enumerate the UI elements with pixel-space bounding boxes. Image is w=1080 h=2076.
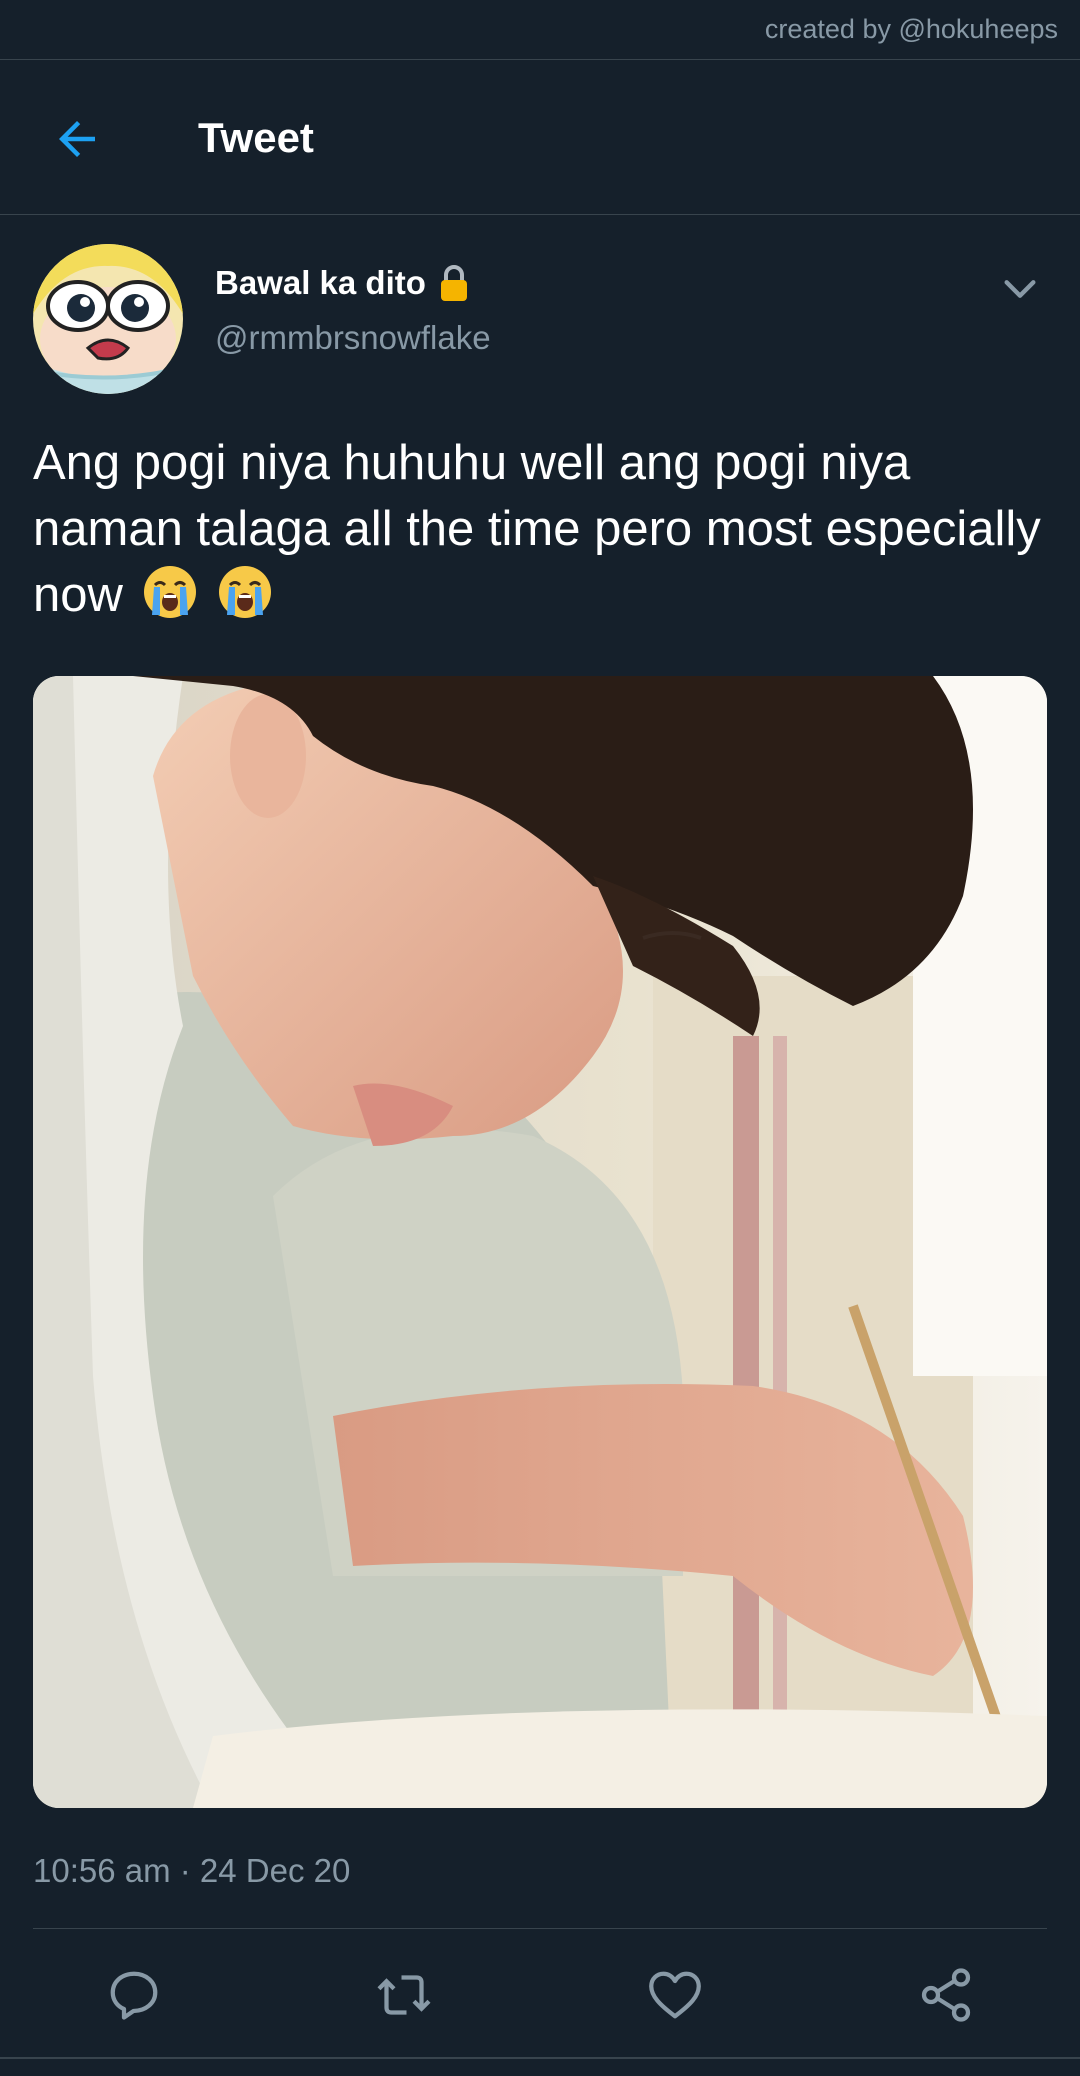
arrow-left-icon[interactable] <box>50 112 104 166</box>
photo-image <box>33 676 1047 1808</box>
tweet-text: Ang pogi niya huhuhu well ang pogi niya … <box>33 430 1043 628</box>
credit-text: created by @hokuheeps <box>764 14 1058 44</box>
heart-icon[interactable] <box>645 1965 705 2025</box>
tweet-actions <box>0 1929 1080 2057</box>
author-handle[interactable]: @rmmbrsnowflake <box>215 319 491 357</box>
chevron-down-icon[interactable] <box>1000 269 1040 309</box>
tweet-timestamp[interactable]: 10:56 am · 24 Dec 20 <box>33 1852 350 1890</box>
display-name-row[interactable]: Bawal ka dito <box>215 263 470 303</box>
share-icon[interactable] <box>916 1965 976 2025</box>
retweet-icon[interactable] <box>374 1965 434 2025</box>
tweet-author: Bawal ka dito @rmmbrsnowflake <box>0 215 1080 405</box>
lock-icon <box>440 265 467 301</box>
divider <box>0 2057 1080 2059</box>
avatar[interactable] <box>33 244 183 394</box>
loudly-crying-face-icon <box>143 566 196 618</box>
display-name: Bawal ka dito <box>215 264 426 301</box>
avatar-image <box>33 244 183 394</box>
page-title: Tweet <box>198 114 314 161</box>
header: Tweet <box>0 60 1080 215</box>
reply-icon[interactable] <box>104 1965 164 2025</box>
credit-bar: created by @hokuheeps <box>0 0 1080 60</box>
tweet-photo[interactable] <box>33 676 1047 1808</box>
loudly-crying-face-icon <box>219 566 272 618</box>
